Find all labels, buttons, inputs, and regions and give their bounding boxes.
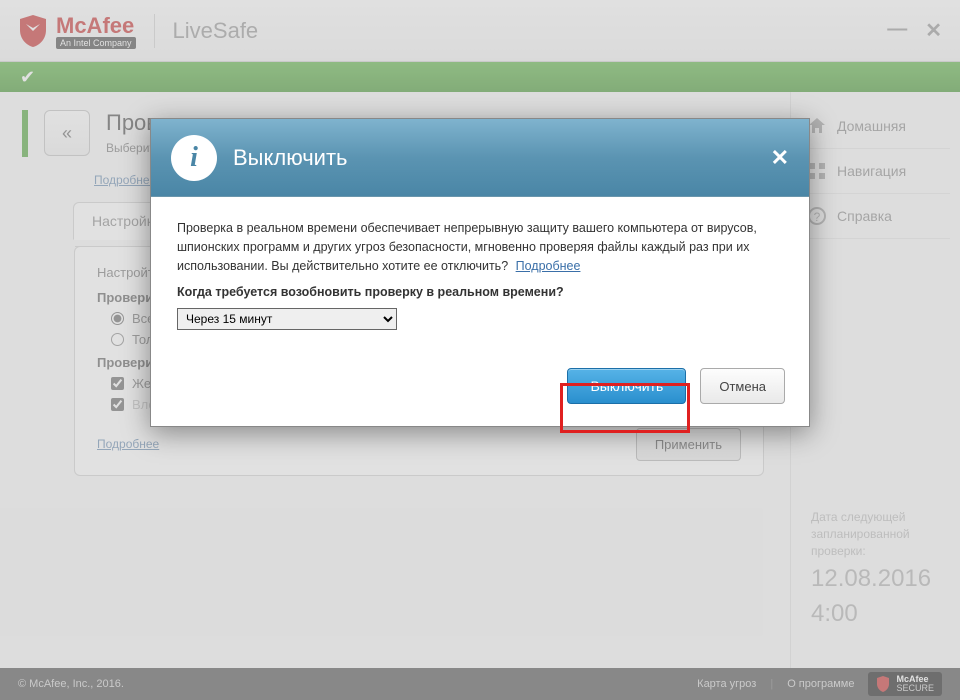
- next-scan-time: 4:00: [811, 600, 940, 629]
- sidebar-item-label: Навигация: [837, 163, 906, 179]
- status-bar: ✔: [0, 62, 960, 92]
- dialog-header: i Выключить ✕: [151, 119, 809, 197]
- next-scan-block: Дата следующей запланированной проверки:…: [801, 499, 950, 639]
- footer-threat-map[interactable]: Карта угроз: [697, 678, 756, 690]
- close-icon[interactable]: ✕: [925, 18, 942, 43]
- sidebar: Домашняя Навигация ? Справка Дата следую…: [790, 92, 960, 668]
- mcafee-shield-icon: [18, 14, 48, 48]
- sidebar-item-help[interactable]: ? Справка: [801, 194, 950, 239]
- accent-bar: [22, 110, 28, 157]
- check-hard-drives[interactable]: [111, 377, 124, 390]
- grid-icon: [807, 161, 827, 181]
- dialog-more-link[interactable]: Подробнее: [516, 259, 581, 273]
- product-name: LiveSafe: [173, 18, 259, 44]
- disable-dialog: i Выключить ✕ Проверка в реальном времен…: [150, 118, 810, 427]
- brand-logo: McAfee An Intel Company: [18, 13, 136, 49]
- home-icon: [807, 116, 827, 136]
- header-divider: [154, 14, 155, 48]
- minimize-icon[interactable]: —: [887, 18, 907, 43]
- checkmark-icon: ✔: [20, 67, 35, 88]
- next-scan-date: 12.08.2016: [811, 565, 940, 594]
- sidebar-item-label: Справка: [837, 208, 892, 224]
- sidebar-item-nav[interactable]: Навигация: [801, 149, 950, 194]
- apply-button[interactable]: Применить: [636, 428, 741, 461]
- brand-name: McAfee: [56, 13, 136, 39]
- info-icon: i: [171, 135, 217, 181]
- radio-programs-docs[interactable]: [111, 333, 124, 346]
- check-email-attach[interactable]: [111, 398, 124, 411]
- resume-select[interactable]: Через 15 минут: [177, 308, 397, 330]
- dialog-close-button[interactable]: ✕: [771, 145, 789, 171]
- radio-all-files[interactable]: [111, 312, 124, 325]
- footer-copyright: © McAfee, Inc., 2016.: [18, 678, 124, 690]
- disable-button[interactable]: Выключить: [567, 368, 686, 404]
- next-scan-label: Дата следующей запланированной проверки:: [811, 509, 940, 559]
- more-link[interactable]: Подробнее: [94, 173, 156, 187]
- help-icon: ?: [807, 206, 827, 226]
- dialog-question: Когда требуется возобновить проверку в р…: [177, 283, 783, 302]
- brand-tagline: An Intel Company: [56, 37, 136, 49]
- back-button[interactable]: «: [44, 110, 90, 156]
- svg-text:?: ?: [814, 210, 821, 224]
- mcafee-secure-badge: McAfeeSECURE: [868, 672, 942, 696]
- dialog-body-text: Проверка в реальном времени обеспечивает…: [177, 219, 783, 275]
- cancel-button[interactable]: Отмена: [700, 368, 785, 404]
- footer-about[interactable]: О программе: [787, 678, 854, 690]
- app-header: McAfee An Intel Company LiveSafe — ✕: [0, 0, 960, 62]
- panel-more-link[interactable]: Подробнее: [97, 437, 159, 451]
- sidebar-item-home[interactable]: Домашняя: [801, 104, 950, 149]
- dialog-body-span: Проверка в реальном времени обеспечивает…: [177, 221, 757, 273]
- dialog-title: Выключить: [233, 145, 348, 171]
- footer: © McAfee, Inc., 2016. Карта угроз | О пр…: [0, 668, 960, 700]
- sidebar-item-label: Домашняя: [837, 118, 906, 134]
